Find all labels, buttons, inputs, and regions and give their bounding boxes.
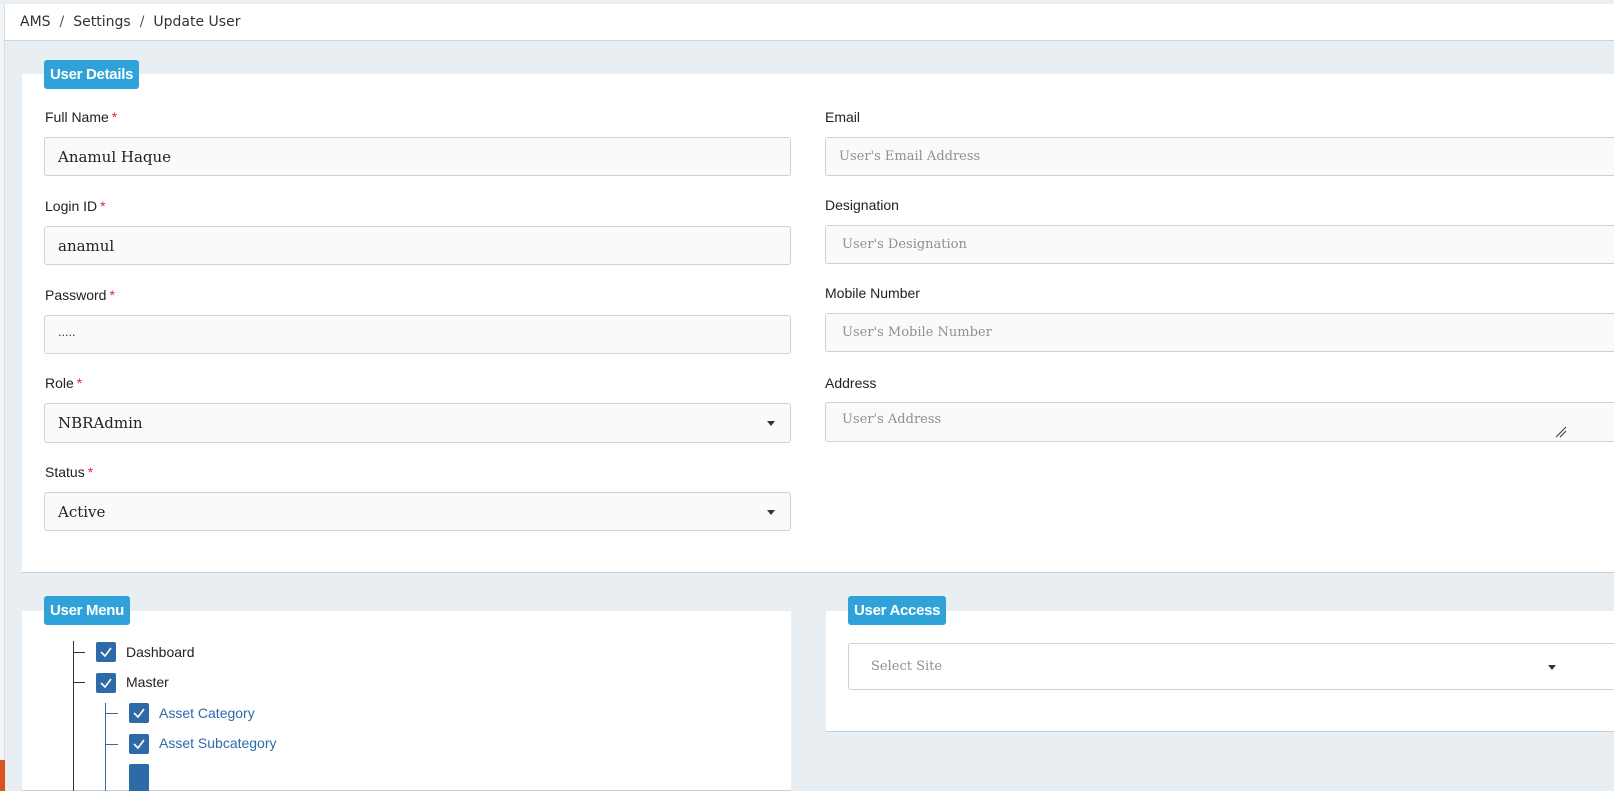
chevron-down-icon — [767, 421, 775, 426]
next-item-checkbox[interactable] — [129, 764, 149, 791]
full-name-value: Anamul Haque — [58, 147, 172, 166]
check-icon — [133, 739, 145, 750]
resize-handle-icon[interactable] — [1555, 426, 1567, 438]
role-select[interactable]: NBRAdmin — [44, 403, 791, 443]
menu-item-asset-subcategory[interactable]: Asset Subcategory — [159, 735, 277, 751]
password-value: ..... — [58, 326, 76, 339]
login-id-label: Login ID * — [45, 198, 106, 214]
required-marker: * — [87, 464, 94, 480]
breadcrumb-separator: / — [139, 14, 145, 30]
dashboard-checkbox[interactable] — [96, 642, 116, 662]
site-select[interactable]: Select Site — [848, 643, 1614, 690]
role-label: Role * — [45, 375, 83, 391]
check-icon — [133, 708, 145, 719]
role-value: NBRAdmin — [58, 414, 143, 432]
address-label: Address — [825, 375, 877, 391]
tree-branch-line — [105, 713, 118, 714]
required-marker: * — [100, 198, 106, 214]
menu-item-master[interactable]: Master — [126, 674, 169, 690]
breadcrumb-separator: / — [59, 14, 65, 30]
tree-branch-line — [73, 652, 85, 653]
full-name-label: Full Name * — [45, 109, 118, 125]
tree-trunk-line — [73, 641, 74, 791]
required-marker: * — [111, 109, 118, 125]
tree-subtrunk-line — [105, 703, 106, 791]
breadcrumb: AMS / Settings / Update User — [5, 4, 1614, 41]
sidebar-accent — [0, 760, 5, 791]
menu-item-dashboard[interactable]: Dashboard — [126, 644, 195, 660]
mobile-placeholder: User's Mobile Number — [842, 325, 992, 340]
password-label: Password * — [45, 287, 115, 303]
required-marker: * — [109, 287, 115, 303]
address-placeholder: User's Address — [842, 412, 942, 427]
email-input[interactable]: User's Email Address — [825, 137, 1614, 176]
sidebar-edge — [0, 4, 5, 791]
menu-item-asset-category[interactable]: Asset Category — [159, 705, 255, 721]
login-id-input[interactable]: anamul — [44, 226, 791, 265]
required-marker: * — [76, 375, 83, 391]
breadcrumb-item-current: Update User — [153, 14, 241, 30]
mobile-label: Mobile Number — [825, 285, 920, 301]
designation-input[interactable]: User's Designation — [825, 225, 1614, 264]
mobile-input[interactable]: User's Mobile Number — [825, 313, 1614, 352]
tree-branch-line — [105, 744, 118, 745]
email-placeholder: User's Email Address — [839, 149, 981, 164]
breadcrumb-item-ams[interactable]: AMS — [20, 14, 51, 30]
breadcrumb-item-settings[interactable]: Settings — [73, 14, 130, 30]
password-input[interactable]: ..... — [44, 315, 791, 354]
asset-subcategory-checkbox[interactable] — [129, 734, 149, 754]
tree-branch-line — [73, 682, 85, 683]
user-menu-title: User Menu — [44, 596, 130, 625]
email-label: Email — [825, 109, 861, 125]
check-icon — [100, 678, 112, 689]
designation-placeholder: User's Designation — [842, 237, 967, 252]
designation-label: Designation — [825, 197, 899, 213]
status-select[interactable]: Active — [44, 492, 791, 531]
full-name-input[interactable]: Anamul Haque — [44, 137, 791, 176]
check-icon — [100, 647, 112, 658]
login-id-value: anamul — [58, 236, 115, 255]
site-placeholder: Select Site — [871, 659, 943, 674]
asset-category-checkbox[interactable] — [129, 703, 149, 723]
status-label: Status * — [45, 464, 94, 480]
address-textarea[interactable]: User's Address — [825, 402, 1614, 442]
chevron-down-icon — [1548, 664, 1556, 670]
master-checkbox[interactable] — [96, 673, 116, 693]
chevron-down-icon — [767, 509, 775, 515]
user-details-title: User Details — [44, 60, 140, 89]
user-access-title: User Access — [848, 596, 947, 625]
status-value: Active — [58, 502, 106, 521]
